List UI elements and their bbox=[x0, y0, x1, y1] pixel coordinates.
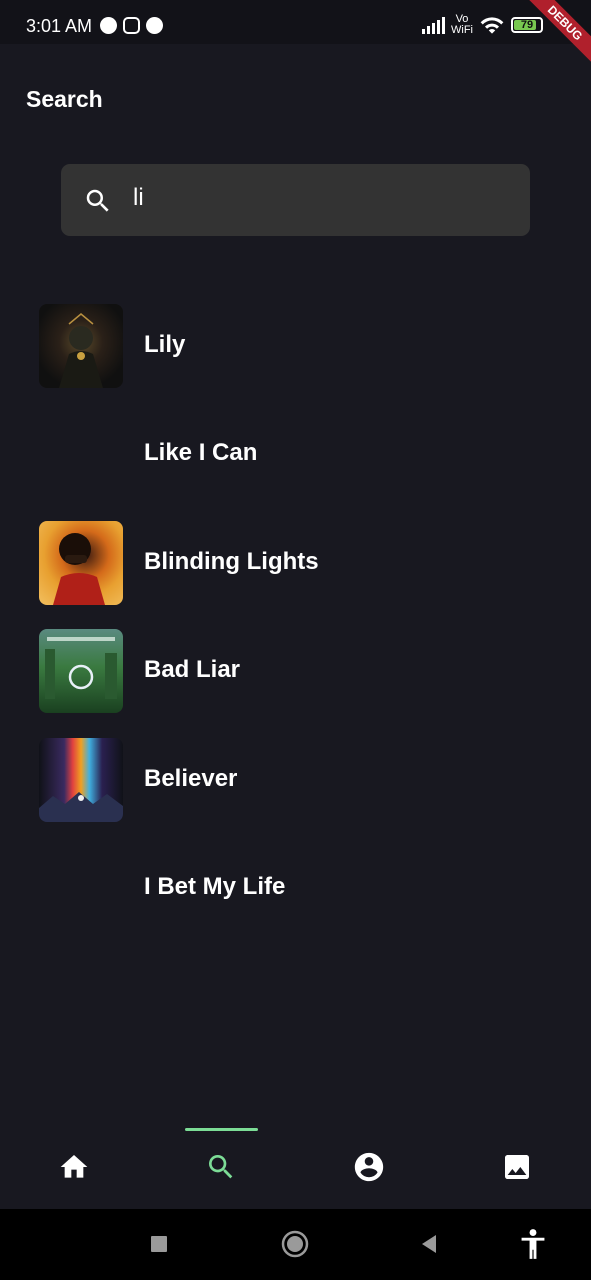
result-title: Bad Liar bbox=[144, 656, 241, 684]
result-item[interactable]: Bad Liar bbox=[0, 629, 591, 737]
app-notification-icon bbox=[100, 17, 117, 34]
result-item[interactable]: Believer bbox=[0, 737, 591, 846]
status-right: Vo WiFi 79 bbox=[422, 14, 543, 36]
result-item[interactable]: I Bet My Life bbox=[0, 846, 591, 954]
home-circle-icon bbox=[281, 1230, 309, 1258]
nav-account[interactable] bbox=[352, 1150, 386, 1184]
vowifi-indicator: Vo WiFi bbox=[451, 14, 473, 36]
battery-icon: 79 bbox=[511, 17, 543, 33]
instagram-icon bbox=[123, 17, 140, 34]
result-title: Believer bbox=[144, 764, 238, 792]
result-title: I Bet My Life bbox=[144, 872, 286, 900]
search-results-list: Lily Like I Can Blinding Lights Bad Liar bbox=[0, 304, 591, 954]
image-icon bbox=[505, 1155, 529, 1179]
home-icon bbox=[60, 1155, 88, 1178]
battery-percent: 79 bbox=[520, 19, 534, 31]
result-title: Lily bbox=[144, 331, 186, 358]
app-notification-icon bbox=[146, 17, 163, 34]
active-tab-indicator bbox=[185, 1128, 258, 1131]
status-time: 3:01 AM bbox=[26, 16, 93, 36]
result-item[interactable]: Blinding Lights bbox=[0, 520, 591, 629]
search-icon bbox=[209, 1155, 233, 1179]
back-icon bbox=[422, 1235, 436, 1253]
result-title: Like I Can bbox=[144, 439, 258, 467]
album-cover bbox=[39, 520, 123, 605]
accessibility-icon bbox=[521, 1229, 545, 1259]
search-icon bbox=[86, 189, 109, 212]
status-bar: 3:01 AM Vo WiFi 79 DEBUG bbox=[0, 0, 591, 72]
recents-button[interactable] bbox=[144, 1229, 174, 1259]
notification-icons bbox=[100, 17, 163, 34]
nav-search[interactable] bbox=[204, 1150, 238, 1184]
result-title: Blinding Lights bbox=[144, 547, 319, 575]
wifi-icon bbox=[480, 17, 504, 34]
nav-home[interactable] bbox=[57, 1150, 91, 1184]
home-system-button[interactable] bbox=[280, 1229, 310, 1259]
page-title: Search bbox=[26, 86, 103, 112]
album-cover bbox=[39, 629, 123, 714]
system-navigation-bar bbox=[0, 1209, 591, 1280]
vowifi-line2: WiFi bbox=[451, 24, 473, 36]
result-item[interactable]: Lily bbox=[0, 304, 591, 412]
search-bar[interactable] bbox=[61, 164, 530, 236]
bottom-navigation bbox=[0, 1128, 591, 1209]
album-cover bbox=[39, 304, 123, 388]
back-button[interactable] bbox=[414, 1229, 444, 1259]
account-icon bbox=[354, 1152, 384, 1182]
recents-icon bbox=[151, 1236, 167, 1252]
nav-gallery[interactable] bbox=[500, 1150, 534, 1184]
signal-icon bbox=[422, 16, 445, 34]
album-cover bbox=[39, 737, 123, 822]
search-input[interactable] bbox=[133, 178, 513, 218]
accessibility-button[interactable] bbox=[518, 1229, 548, 1259]
result-item[interactable]: Like I Can bbox=[0, 412, 591, 520]
